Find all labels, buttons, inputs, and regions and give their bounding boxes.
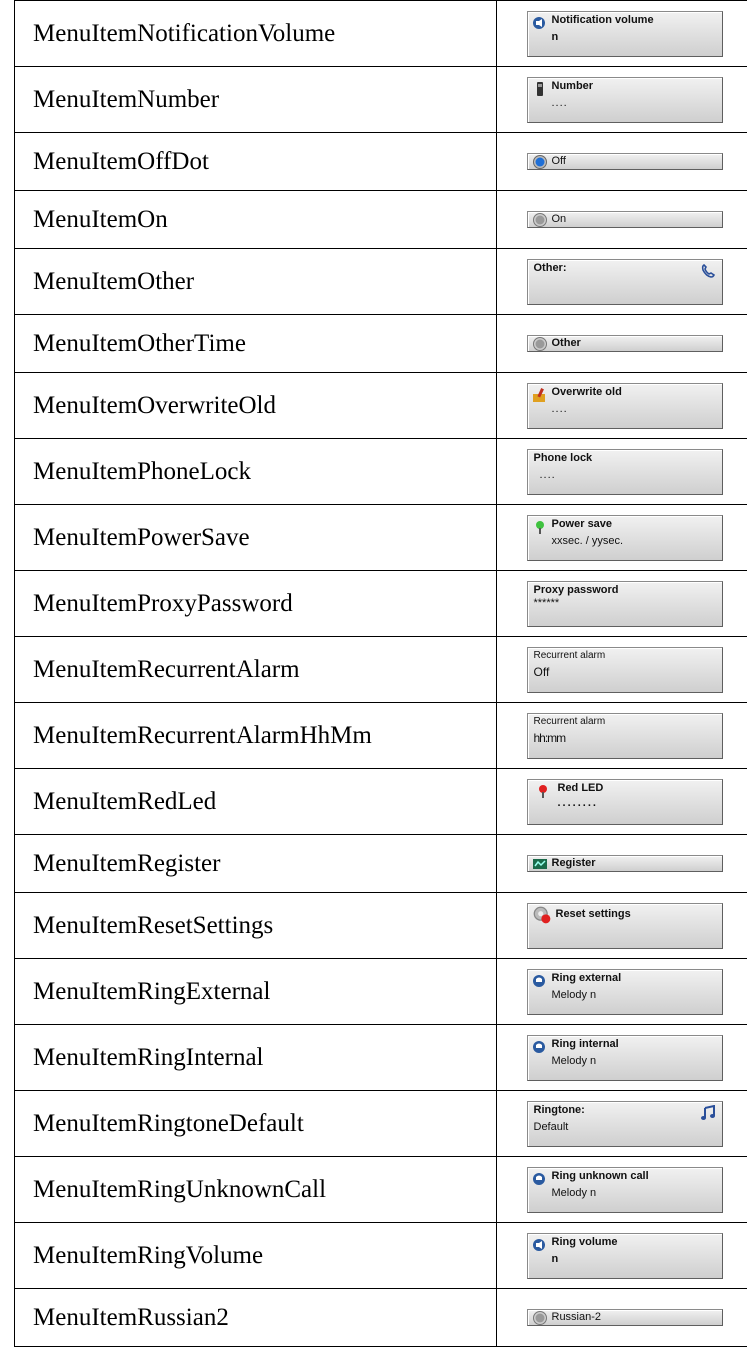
preview-ring-volume: Ring volume n (527, 1233, 723, 1279)
table-row: MenuItemResetSettings Reset settings (15, 893, 747, 959)
preview-ring-internal: Ring internal Melody n (527, 1035, 723, 1081)
item-name: MenuItemRecurrentAlarmHhMm (15, 703, 497, 769)
radio-unselected-icon (533, 337, 547, 351)
item-name: MenuItemOn (15, 191, 497, 249)
table-row: MenuItemRingExternal Ring external Melod… (15, 959, 747, 1025)
item-name: MenuItemOffDot (15, 133, 497, 191)
table-row: MenuItemPowerSave Power save xxsec. / yy… (15, 505, 747, 571)
preview-overwrite-old: Overwrite old .... (527, 383, 723, 429)
table-row: MenuItemRingtoneDefault Ringtone: Defaul… (15, 1091, 747, 1157)
table-row: MenuItemOn On (15, 191, 747, 249)
preview-other-time: Other (527, 335, 723, 352)
item-name: MenuItemRingExternal (15, 959, 497, 1025)
preview-power-save: Power save xxsec. / yysec. (527, 515, 723, 561)
table-row: MenuItemRussian2 Russian-2 (15, 1289, 747, 1347)
table-row: MenuItemPhoneLock Phone lock .... (15, 439, 747, 505)
item-name: MenuItemRussian2 (15, 1289, 497, 1347)
preview-reset-settings: Reset settings (527, 903, 723, 949)
preview-ring-external: Ring external Melody n (527, 969, 723, 1015)
preview-off-dot: Off (527, 153, 723, 170)
preview-red-led: Red LED ........ (527, 779, 723, 825)
item-name: MenuItemNumber (15, 67, 497, 133)
preview-ringtone-default: Ringtone: Default (527, 1101, 723, 1147)
radio-unselected-icon (533, 1311, 547, 1325)
preview-recurrent-alarm-hhmm: Recurrent alarm hh:mm (527, 713, 723, 759)
table-row: MenuItemRingVolume Ring volume n (15, 1223, 747, 1289)
table-row: MenuItemRecurrentAlarm Recurrent alarm O… (15, 637, 747, 703)
item-name: MenuItemPowerSave (15, 505, 497, 571)
speaker-icon (533, 16, 547, 30)
preview-proxy-password: Proxy password ****** (527, 581, 723, 627)
table-row: MenuItemRingUnknownCall Ring unknown cal… (15, 1157, 747, 1223)
preview-on: On (527, 211, 723, 228)
item-name: MenuItemRingUnknownCall (15, 1157, 497, 1223)
item-name: MenuItemOtherTime (15, 315, 497, 373)
table-row: MenuItemNumber Number .... (15, 67, 747, 133)
preview-number: Number .... (527, 77, 723, 123)
overwrite-icon (533, 388, 547, 402)
preview-notification-volume: Notification volume n (527, 11, 723, 57)
item-name: MenuItemRedLed (15, 769, 497, 835)
preview-russian-2: Russian-2 (527, 1309, 723, 1326)
preview-other: Other: (527, 259, 723, 305)
radio-unselected-icon (533, 213, 547, 227)
speaker-icon (533, 1238, 547, 1252)
table-row: MenuItemRecurrentAlarmHhMm Recurrent ala… (15, 703, 747, 769)
green-led-icon (533, 520, 547, 534)
preview-phone-lock: Phone lock .... (527, 449, 723, 495)
item-name: MenuItemOverwriteOld (15, 373, 497, 439)
ring-icon (533, 974, 547, 988)
red-led-icon (536, 784, 550, 798)
item-name: MenuItemRingtoneDefault (15, 1091, 497, 1157)
ring-icon (533, 1172, 547, 1186)
item-name: MenuItemNotificationVolume (15, 1, 497, 67)
table-row: MenuItemOtherTime Other (15, 315, 747, 373)
table-row: MenuItemRingInternal Ring internal Melod… (15, 1025, 747, 1091)
phone-icon (700, 263, 716, 279)
item-name: MenuItemPhoneLock (15, 439, 497, 505)
radio-selected-icon (533, 155, 547, 169)
table-row: MenuItemNotificationVolume Notification … (15, 1, 747, 67)
register-icon (533, 857, 547, 871)
table-row: MenuItemRedLed Red LED ........ (15, 769, 747, 835)
reset-gear-icon (533, 906, 551, 924)
table-row: MenuItemProxyPassword Proxy password ***… (15, 571, 747, 637)
handset-icon (533, 82, 547, 96)
ring-icon (533, 1040, 547, 1054)
item-name: MenuItemRingInternal (15, 1025, 497, 1091)
music-note-icon (700, 1105, 716, 1121)
item-name: MenuItemRegister (15, 835, 497, 893)
item-name: MenuItemOther (15, 249, 497, 315)
item-name: MenuItemResetSettings (15, 893, 497, 959)
table-row: MenuItemOffDot Off (15, 133, 747, 191)
table-row: MenuItemRegister Register (15, 835, 747, 893)
preview-recurrent-alarm: Recurrent alarm Off (527, 647, 723, 693)
menu-item-table: MenuItemNotificationVolume Notification … (14, 0, 747, 1347)
preview-ring-unknown-call: Ring unknown call Melody n (527, 1167, 723, 1213)
item-name: MenuItemProxyPassword (15, 571, 497, 637)
item-name: MenuItemRingVolume (15, 1223, 497, 1289)
table-row: MenuItemOther Other: (15, 249, 747, 315)
preview-register: Register (527, 855, 723, 872)
table-row: MenuItemOverwriteOld Overwrite old .... (15, 373, 747, 439)
item-name: MenuItemRecurrentAlarm (15, 637, 497, 703)
